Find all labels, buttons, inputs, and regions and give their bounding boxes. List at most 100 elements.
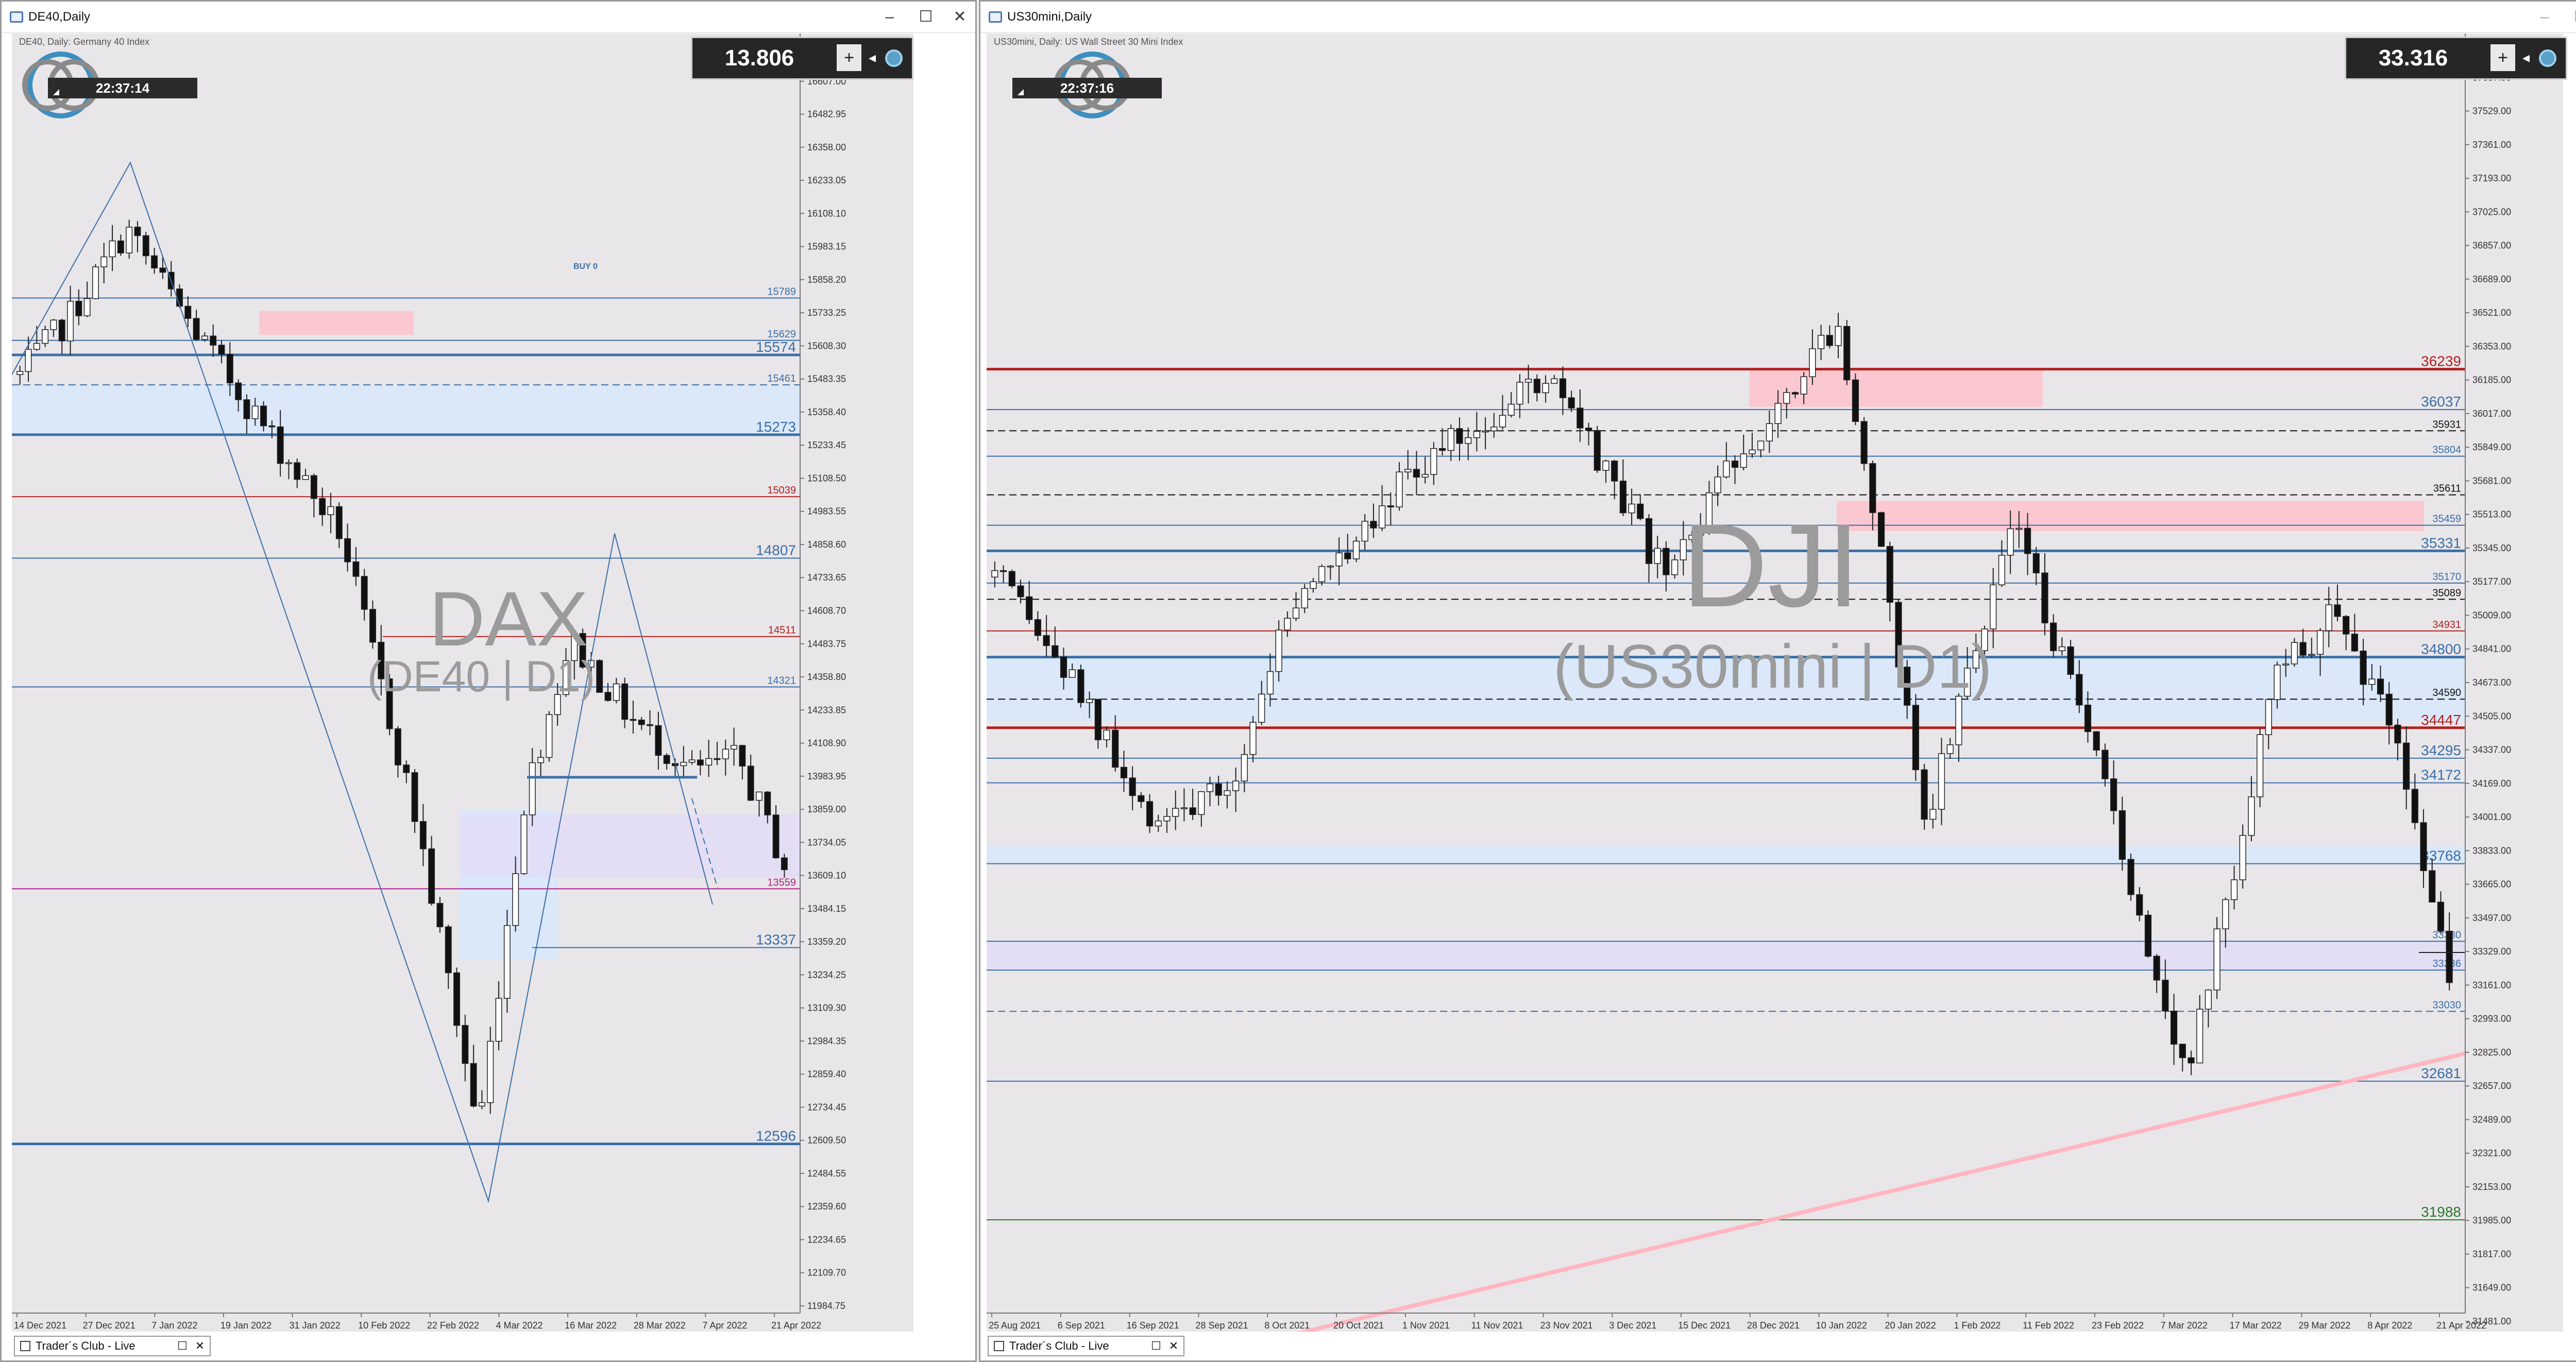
candle-bull — [1766, 423, 1773, 441]
price-chart[interactable]: 36239 36037 35931 35804 35611 35459 35331 35170… — [987, 33, 2567, 1332]
candle-bull — [1783, 392, 1790, 404]
candle-bull — [1301, 588, 1308, 608]
candle-bull — [1258, 693, 1265, 723]
level-label-35331: 35331 — [2421, 535, 2461, 551]
candle-bear — [2411, 789, 2418, 823]
candle-bull — [2274, 665, 2281, 700]
candle-bull — [756, 791, 762, 801]
close-icon[interactable]: ✕ — [950, 7, 970, 27]
candle-bull — [126, 227, 133, 253]
candle-bear — [1189, 807, 1196, 815]
close-icon[interactable]: ✕ — [192, 1338, 208, 1354]
candle-bull — [537, 757, 545, 763]
price-chart[interactable]: 15789 15629 15574 15461 15273 15039 14807 14511… — [12, 33, 913, 1332]
window-titlebar[interactable]: US30mini,Daily – ☐ ✕ — [980, 2, 2576, 33]
candle-bear — [176, 288, 183, 307]
date-tick-label: 14 Dec 2021 — [14, 1320, 66, 1331]
candle-bull — [1525, 379, 1532, 383]
date-tick-label: 20 Oct 2021 — [1333, 1320, 1384, 1331]
candle-bull — [1069, 669, 1076, 678]
level-label-34172: 34172 — [2421, 767, 2461, 783]
candle-bull — [512, 873, 519, 926]
chevron-left-icon[interactable]: ◂ — [865, 44, 880, 71]
candle-bear — [764, 791, 771, 815]
candle-bear — [1619, 481, 1626, 514]
account-tab[interactable]: Trader´s Club - Live ☐ ✕ — [988, 1336, 1184, 1356]
chevron-left-icon[interactable]: ◂ — [2518, 44, 2534, 71]
candle-bear — [75, 300, 82, 316]
price-tick-label: 13859.00 — [807, 804, 846, 814]
candle-bear — [470, 1063, 477, 1106]
candle-bull — [1180, 807, 1188, 809]
price-tick-label: 13983.95 — [807, 771, 846, 781]
date-tick-label: 23 Feb 2022 — [2092, 1320, 2144, 1331]
crosshair-icon[interactable]: + — [2490, 44, 2515, 71]
candle-bear — [294, 462, 301, 480]
price-tick-label: 37025.00 — [2472, 207, 2511, 217]
candle-bear — [1877, 512, 1885, 547]
level-label-36037: 36037 — [2421, 394, 2461, 410]
minimize-icon[interactable]: – — [879, 7, 900, 27]
candle-bear — [1060, 656, 1067, 678]
candle-bear — [1869, 463, 1876, 513]
trade-marker: BUY 0 — [573, 262, 598, 271]
crosshair-icon[interactable]: + — [837, 44, 861, 71]
spread-panel: 33.316 + ◂ — [2345, 37, 2567, 80]
maximize-icon[interactable]: ☐ — [175, 1338, 190, 1354]
level-label-35459: 35459 — [2432, 514, 2461, 525]
close-icon[interactable]: ✕ — [1166, 1338, 1181, 1354]
candle-bull — [520, 814, 528, 874]
candle-bull — [50, 319, 57, 330]
candle-bear — [2334, 604, 2341, 617]
candle-bull — [1551, 378, 1558, 384]
price-tick-label: 35177.00 — [2472, 576, 2511, 587]
candle-bear — [596, 660, 603, 693]
maximize-icon[interactable]: ☐ — [2570, 7, 2576, 27]
candle-bear — [352, 561, 360, 577]
price-tick-label: 31985.00 — [2472, 1215, 2511, 1225]
account-tab-label: Trader´s Club - Live — [1009, 1339, 1109, 1352]
candle-bear — [235, 382, 242, 400]
candle-bear — [655, 725, 662, 756]
candle-bear — [2299, 642, 2307, 656]
maximize-icon[interactable]: ☐ — [916, 7, 936, 27]
candle-bull — [83, 298, 91, 316]
indicator-dot-icon[interactable] — [2539, 49, 2556, 67]
date-tick-label: 31 Jan 2022 — [290, 1320, 341, 1331]
candle-bull — [201, 335, 208, 340]
chart-window-us30[interactable]: US30mini,Daily – ☐ ✕ 36239 36037 35931 3580… — [979, 0, 2576, 1362]
date-tick-label: 15 Dec 2021 — [1678, 1320, 1731, 1331]
price-tick-label: 34673.00 — [2472, 677, 2511, 688]
price-tick-label: 12609.50 — [807, 1135, 846, 1146]
window-icon — [10, 11, 23, 23]
window-icon — [989, 11, 1002, 23]
candle-bear — [621, 683, 629, 720]
window-titlebar[interactable]: DE40,Daily – ☐ ✕ — [2, 2, 975, 33]
maximize-icon[interactable]: ☐ — [1148, 1338, 1164, 1354]
price-tick-label: 14608.70 — [807, 606, 846, 616]
candle-bear — [1370, 521, 1377, 529]
price-tick-label: 15108.50 — [807, 473, 846, 483]
chart-window-de40[interactable]: DE40,Daily – ☐ ✕ 15789 15629 15574 15461 152… — [0, 0, 977, 1362]
indicator-dot-icon[interactable] — [885, 49, 903, 67]
level-label-14321: 14321 — [767, 675, 796, 686]
window-icon — [994, 1341, 1004, 1351]
minimize-icon[interactable]: – — [2534, 7, 2555, 27]
date-tick-label: 7 Apr 2022 — [702, 1320, 747, 1331]
candle-bull — [1929, 809, 1937, 820]
candle-bear — [647, 724, 653, 726]
candle-bull — [1241, 754, 1248, 781]
price-tick-label: 33497.00 — [2472, 913, 2511, 923]
candle-bull — [1946, 744, 1954, 754]
level-label-32681: 32681 — [2421, 1065, 2461, 1081]
candle-bull — [2239, 835, 2246, 880]
date-tick-label: 11 Nov 2021 — [1471, 1320, 1523, 1331]
candle-bear — [243, 399, 250, 419]
candle-bear — [2136, 894, 2143, 916]
level-label-14511: 14511 — [768, 625, 796, 636]
price-tick-label: 16233.05 — [807, 175, 846, 185]
candle-bear — [2153, 956, 2160, 981]
account-tab[interactable]: Trader´s Club - Live ☐ ✕ — [14, 1336, 211, 1356]
candle-bear — [1921, 769, 1928, 820]
date-tick-label: 20 Jan 2022 — [1885, 1320, 1936, 1331]
